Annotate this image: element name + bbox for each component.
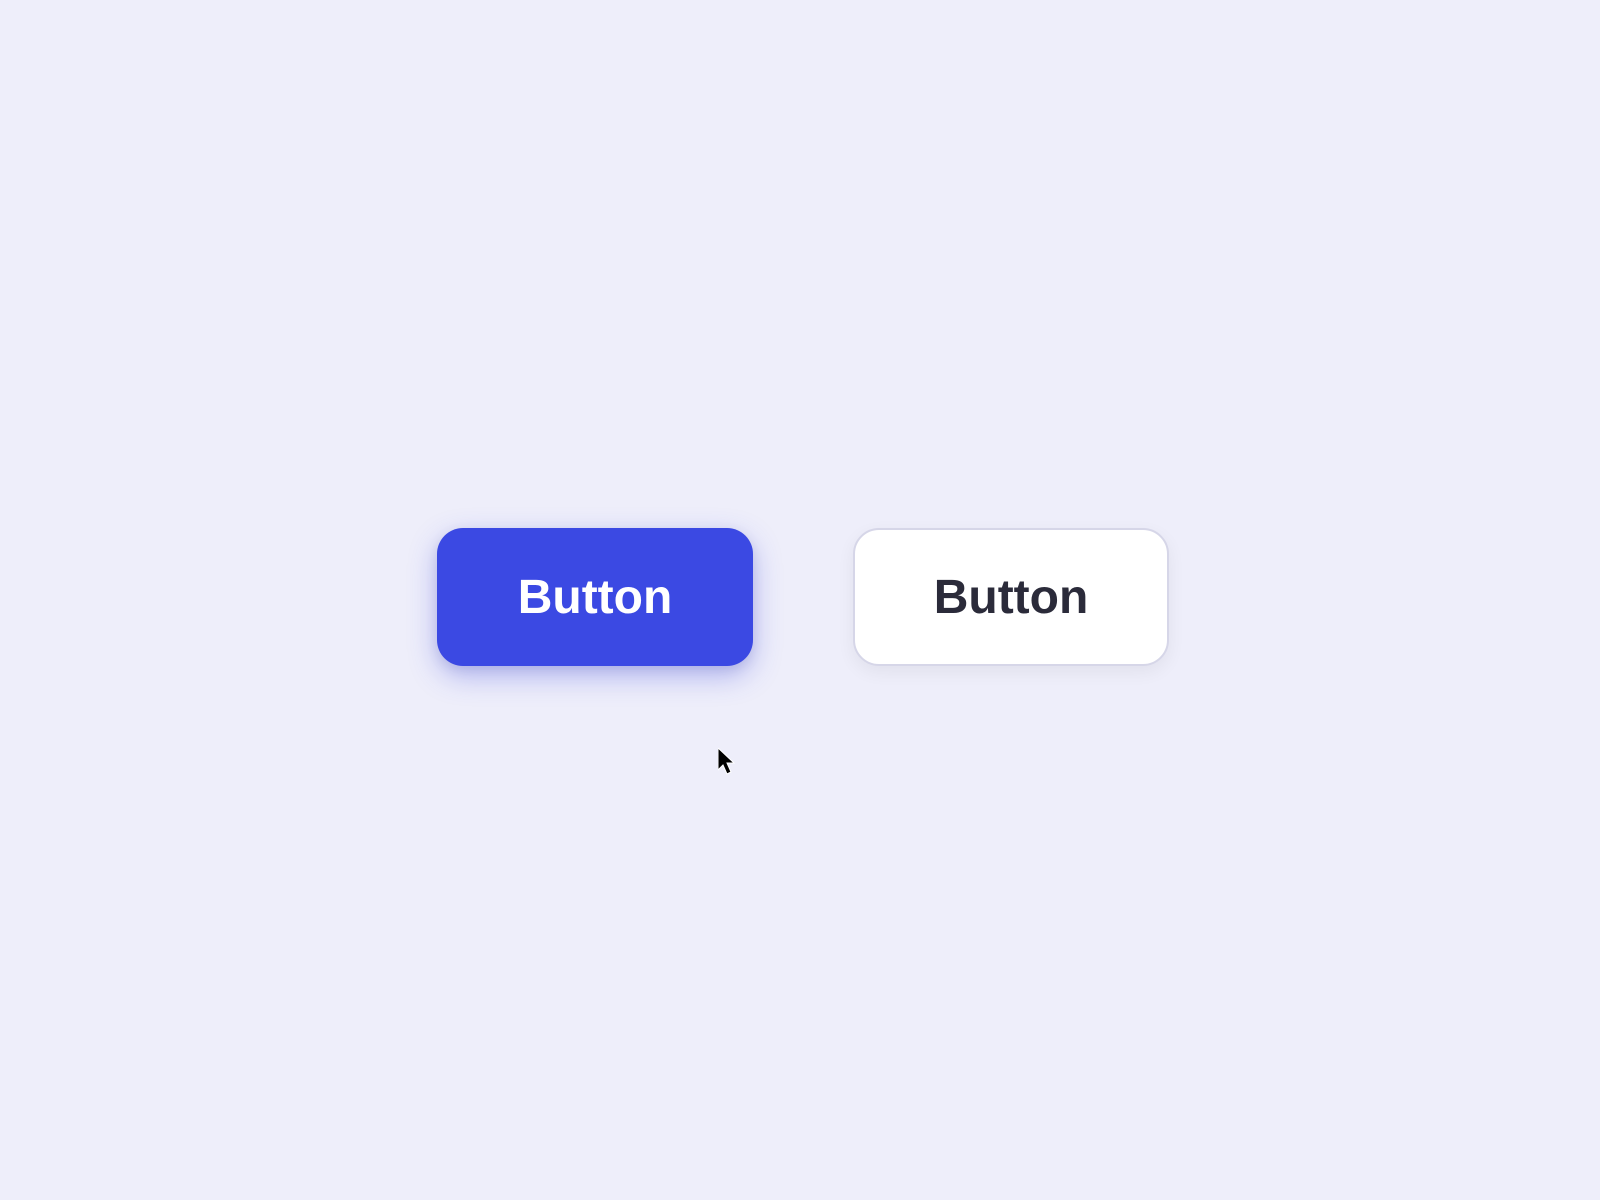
primary-button[interactable]: Button <box>437 528 753 666</box>
secondary-button-label: Button <box>934 570 1089 625</box>
cursor-icon <box>718 748 740 782</box>
secondary-button[interactable]: Button <box>853 528 1169 666</box>
primary-button-label: Button <box>518 570 673 625</box>
button-group: Button Button <box>437 528 1169 666</box>
